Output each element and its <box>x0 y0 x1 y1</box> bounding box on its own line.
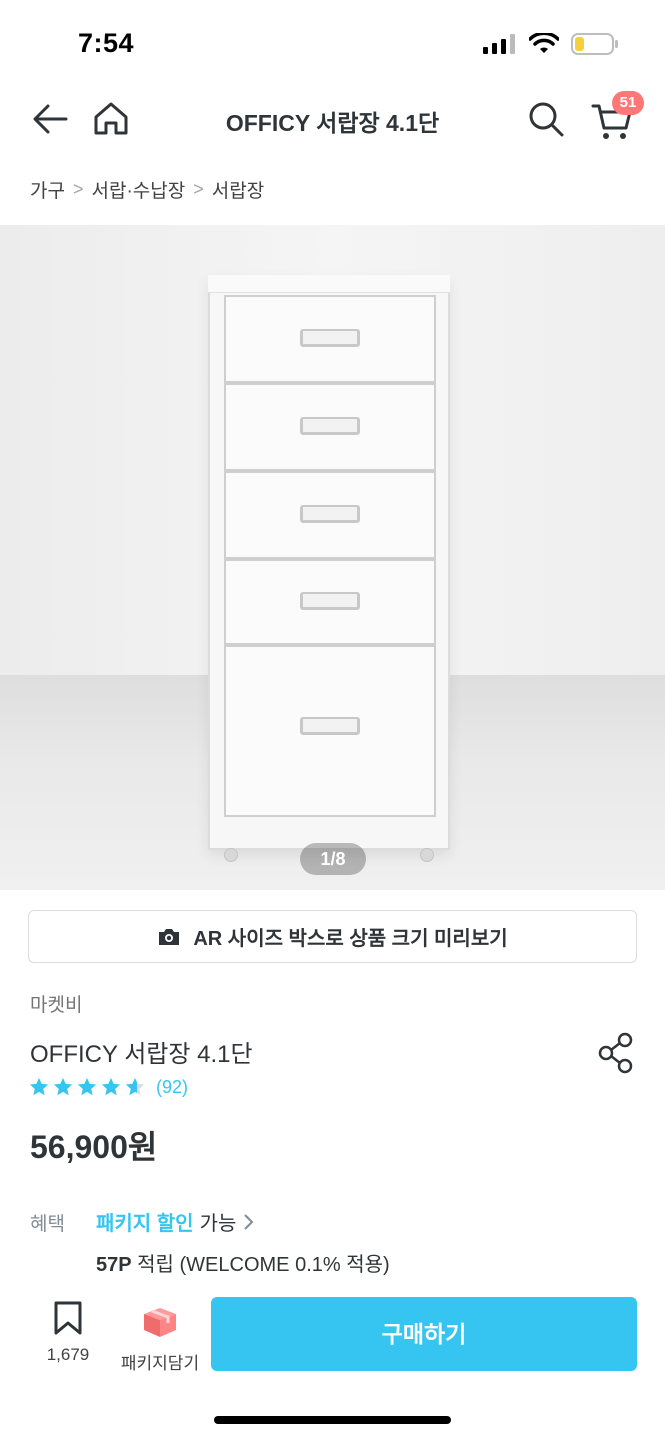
cellular-signal-icon <box>483 34 515 54</box>
product-image-gallery[interactable]: 1/8 <box>0 225 665 890</box>
add-to-package-label: 패키지담기 <box>120 1354 200 1373</box>
status-bar: 7:54 <box>0 0 665 86</box>
cart-count-badge: 51 <box>612 91 644 115</box>
review-count: (92) <box>156 1076 189 1097</box>
share-button[interactable] <box>594 1030 640 1076</box>
product-image <box>208 275 450 862</box>
bookmark-icon <box>54 1301 82 1335</box>
points-info: 57P 적립 (WELCOME 0.1% 적용) <box>96 1248 390 1277</box>
benefit-label: 혜택 <box>30 1214 65 1235</box>
chevron-right-icon <box>244 1213 254 1230</box>
image-pager: 1/8 <box>300 843 366 875</box>
package-discount-highlight: 패키지 할인 <box>96 1213 194 1235</box>
star-rating <box>28 1076 146 1098</box>
product-name: OFFICY 서랍장 4.1단 <box>30 1041 253 1068</box>
bookmark-button[interactable]: 1,679 <box>30 1300 106 1365</box>
status-icons <box>483 32 619 56</box>
package-discount-suffix: 가능 <box>199 1213 237 1235</box>
package-discount-link[interactable]: 패키지 할인 가능 <box>96 1207 256 1236</box>
gift-box-icon <box>144 1308 176 1337</box>
search-icon <box>529 102 564 137</box>
points-value: 57P <box>96 1254 132 1276</box>
battery-icon <box>571 33 618 55</box>
chevron-right-icon: > <box>72 178 84 199</box>
add-to-package-button[interactable]: 패키지담기 <box>115 1300 205 1374</box>
star-icon <box>125 1077 145 1096</box>
drawer <box>224 471 436 559</box>
breadcrumb-item[interactable]: 서랍장 <box>212 176 264 203</box>
ar-preview-button[interactable]: AR 사이즈 박스로 상품 크기 미리보기 <box>28 910 637 963</box>
star-icon <box>101 1077 121 1096</box>
drawer <box>224 383 436 471</box>
home-indicator <box>214 1416 451 1424</box>
price: 56,900원 <box>30 1129 158 1165</box>
status-time: 7:54 <box>78 28 135 58</box>
bookmark-count: 1,679 <box>46 1345 90 1364</box>
chevron-right-icon: > <box>193 178 204 199</box>
breadcrumb: 가구 > 서랍·수납장 > 서랍장 <box>30 172 264 206</box>
ar-preview-label: AR 사이즈 박스로 상품 크기 미리보기 <box>193 928 508 950</box>
wifi-icon <box>529 33 559 53</box>
drawer <box>224 559 436 645</box>
star-icon <box>53 1077 73 1096</box>
rating[interactable]: (92) <box>28 1076 188 1098</box>
search-button[interactable] <box>526 99 566 139</box>
star-icon <box>29 1077 49 1096</box>
breadcrumb-item[interactable]: 서랍·수납장 <box>91 176 185 203</box>
breadcrumb-item[interactable]: 가구 <box>30 176 65 203</box>
drawer <box>224 645 436 817</box>
camera-icon <box>159 928 180 945</box>
share-icon <box>598 1032 633 1074</box>
buy-button[interactable]: 구매하기 <box>211 1297 637 1371</box>
star-icon <box>77 1077 97 1096</box>
brand-name[interactable]: 마켓비 <box>30 990 82 1017</box>
points-text: 적립 (WELCOME 0.1% 적용) <box>137 1254 390 1276</box>
top-navigation: OFFICY 서랍장 4.1단 51 <box>0 86 665 156</box>
drawer <box>224 295 436 383</box>
